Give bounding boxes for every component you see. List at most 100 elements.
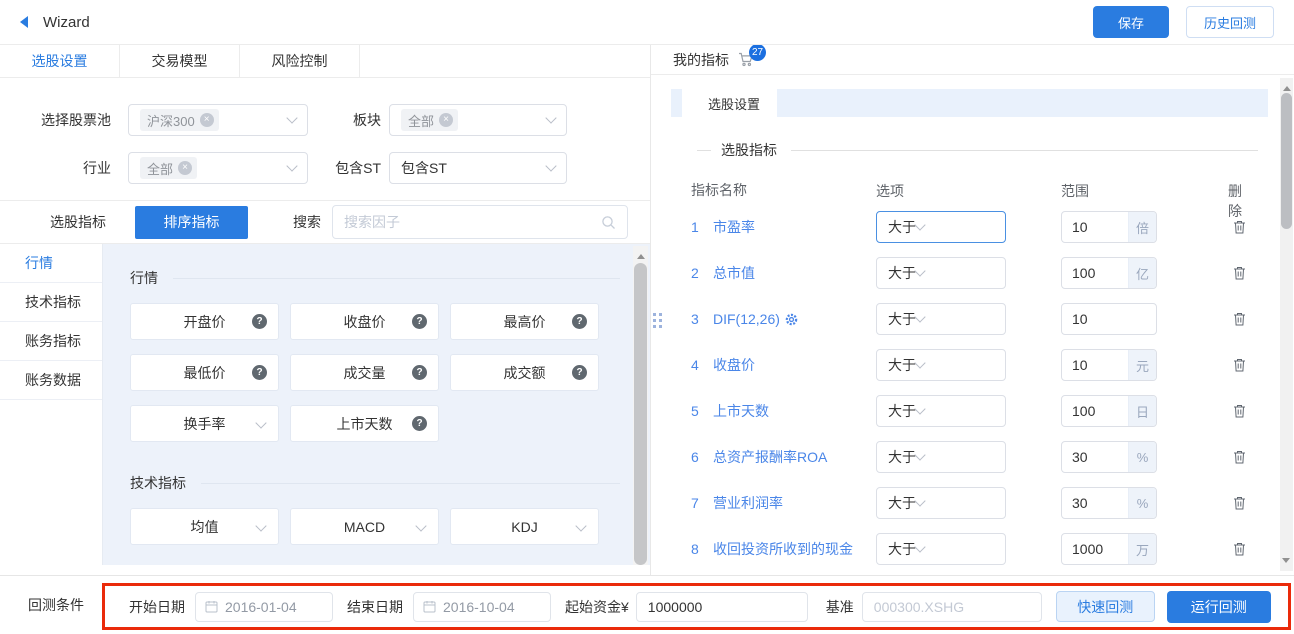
help-icon[interactable]: ?	[252, 314, 267, 329]
tag-close-icon[interactable]: ×	[439, 113, 453, 127]
indicator-name-link[interactable]: DIF(12,26)	[713, 311, 780, 327]
range-value-input[interactable]: 30	[1062, 488, 1128, 518]
start-date-input[interactable]: 2016-01-04	[195, 592, 333, 622]
range-value-input[interactable]: 100	[1062, 258, 1128, 288]
range-value-input[interactable]: 1000	[1062, 534, 1128, 564]
right-tab-stock-selection[interactable]: 选股设置	[691, 89, 777, 117]
end-date-label: 结束日期	[347, 597, 403, 617]
trash-icon[interactable]	[1233, 266, 1246, 280]
option-select[interactable]: 大于	[876, 211, 1006, 243]
tab-trading-model[interactable]: 交易模型	[120, 45, 240, 77]
gear-icon[interactable]	[785, 313, 798, 326]
save-button[interactable]: 保存	[1093, 6, 1169, 38]
help-icon[interactable]: ?	[412, 314, 427, 329]
scroll-up-icon[interactable]	[1283, 82, 1291, 91]
indicator-mode-bar: 选股指标 排序指标 搜索	[0, 200, 650, 243]
indicator-high-price[interactable]: 最高价?	[450, 303, 599, 340]
help-icon[interactable]: ?	[252, 365, 267, 380]
tag-close-icon[interactable]: ×	[200, 113, 214, 127]
history-backtest-button[interactable]: 历史回测	[1186, 6, 1274, 38]
initial-capital-label: 起始资金¥	[565, 597, 629, 617]
category-technical[interactable]: 技术指标	[0, 283, 102, 322]
category-market[interactable]: 行情	[0, 244, 102, 283]
trash-icon[interactable]	[1233, 358, 1246, 372]
indicator-low-price[interactable]: 最低价?	[130, 354, 279, 391]
tab-stock-selection[interactable]: 选股设置	[0, 45, 120, 77]
scrollbar-thumb[interactable]	[634, 263, 647, 565]
back-icon[interactable]	[20, 16, 28, 28]
table-row: 7营业利润率 大于 30%	[691, 480, 1246, 526]
option-select[interactable]: 大于	[876, 395, 1006, 427]
trash-icon[interactable]	[1233, 220, 1246, 234]
tag-close-icon[interactable]: ×	[178, 161, 192, 175]
range-input-group: 30%	[1061, 487, 1157, 519]
section-market: 行情 开盘价? 收盘价? 最高价? 最低价? 成交量? 成交额? 换手率 上市天…	[130, 268, 650, 442]
scroll-up-icon[interactable]	[637, 250, 645, 259]
help-icon[interactable]: ?	[572, 365, 587, 380]
select-indicator-tab[interactable]: 选股指标	[50, 212, 106, 232]
row-number: 7	[691, 495, 713, 511]
right-scrollbar[interactable]	[1280, 78, 1293, 571]
option-select[interactable]: 大于	[876, 303, 1006, 335]
trash-icon[interactable]	[1233, 450, 1246, 464]
left-scrollbar[interactable]	[633, 246, 648, 565]
run-backtest-button[interactable]: 运行回测	[1167, 591, 1271, 623]
scroll-down-icon[interactable]	[1282, 558, 1290, 567]
include-st-select[interactable]: 包含ST	[389, 152, 567, 184]
indicator-name-link[interactable]: 收盘价	[713, 355, 755, 375]
indicator-name-link[interactable]: 总资产报酬率ROA	[713, 447, 827, 467]
trash-icon[interactable]	[1233, 312, 1246, 326]
range-value-input[interactable]: 100	[1062, 396, 1128, 426]
indicator-turnover-amount[interactable]: 成交额?	[450, 354, 599, 391]
table-row: 2总市值 大于 100亿	[691, 250, 1246, 296]
chevron-down-icon	[545, 160, 556, 171]
scrollbar-thumb[interactable]	[1281, 93, 1292, 229]
range-value-input[interactable]: 10	[1062, 304, 1156, 334]
range-value-input[interactable]: 10	[1062, 212, 1128, 242]
indicator-listed-days[interactable]: 上市天数?	[290, 405, 439, 442]
help-icon[interactable]: ?	[572, 314, 587, 329]
range-value-input[interactable]: 10	[1062, 350, 1128, 380]
indicator-name-link[interactable]: 营业利润率	[713, 493, 783, 513]
option-select[interactable]: 大于	[876, 487, 1006, 519]
indicator-kdj[interactable]: KDJ	[450, 508, 599, 545]
trash-icon[interactable]	[1233, 496, 1246, 510]
quick-backtest-button[interactable]: 快速回测	[1056, 591, 1155, 622]
indicator-volume[interactable]: 成交量?	[290, 354, 439, 391]
left-tab-bar: 选股设置 交易模型 风险控制	[0, 45, 650, 78]
indicator-close-price[interactable]: 收盘价?	[290, 303, 439, 340]
search-input[interactable]	[344, 214, 601, 230]
sector-select[interactable]: 全部 ×	[389, 104, 567, 136]
category-financial-data[interactable]: 账务数据	[0, 361, 102, 400]
indicator-name-link[interactable]: 上市天数	[713, 401, 769, 421]
help-icon[interactable]: ?	[412, 416, 427, 431]
industry-tag: 全部 ×	[140, 157, 197, 179]
option-select[interactable]: 大于	[876, 349, 1006, 381]
range-value-input[interactable]: 30	[1062, 442, 1128, 472]
indicator-name-link[interactable]: 总市值	[713, 263, 755, 283]
indicator-name-link[interactable]: 收回投资所收到的现金	[713, 539, 853, 559]
option-select[interactable]: 大于	[876, 257, 1006, 289]
indicator-open-price[interactable]: 开盘价?	[130, 303, 279, 340]
option-select[interactable]: 大于	[876, 441, 1006, 473]
benchmark-input[interactable]	[874, 599, 1030, 615]
range-input-group: 10倍	[1061, 211, 1157, 243]
tab-risk-control[interactable]: 风险控制	[240, 45, 360, 77]
trash-icon[interactable]	[1233, 404, 1246, 418]
stock-pool-select[interactable]: 沪深300 ×	[128, 104, 308, 136]
industry-select[interactable]: 全部 ×	[128, 152, 308, 184]
indicator-macd[interactable]: MACD	[290, 508, 439, 545]
end-date-input[interactable]: 2016-10-04	[413, 592, 551, 622]
category-financial-indicator[interactable]: 账务指标	[0, 322, 102, 361]
indicator-mean[interactable]: 均值	[130, 508, 279, 545]
panel-resize-handle[interactable]	[652, 313, 663, 328]
sort-indicator-tab[interactable]: 排序指标	[135, 206, 248, 239]
trash-icon[interactable]	[1233, 542, 1246, 556]
initial-capital-input[interactable]	[648, 599, 796, 615]
help-icon[interactable]: ?	[412, 365, 427, 380]
indicator-turnover-rate[interactable]: 换手率	[130, 405, 279, 442]
cart-icon[interactable]: 27	[738, 52, 754, 67]
option-select[interactable]: 大于	[876, 533, 1006, 565]
indicator-name-link[interactable]: 市盈率	[713, 217, 755, 237]
section-technical: 技术指标 均值 MACD KDJ	[130, 473, 650, 545]
